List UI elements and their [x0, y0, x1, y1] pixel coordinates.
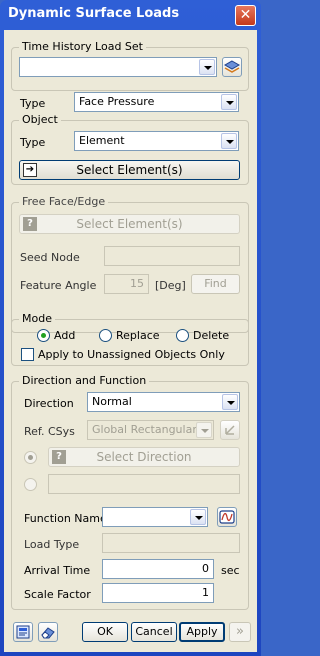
eraser-icon: [41, 627, 55, 639]
seed-node-field[interactable]: [104, 246, 240, 266]
question-icon: ?: [52, 450, 66, 464]
double-chevron-right-icon: »: [236, 624, 244, 639]
expand-button[interactable]: »: [229, 622, 251, 642]
object-type-label: Type: [20, 136, 46, 149]
csys-button[interactable]: [220, 420, 240, 440]
chevron-down-icon: [196, 422, 212, 438]
function-name-select[interactable]: [102, 507, 208, 527]
refcsys-select[interactable]: Global Rectangular: [87, 420, 214, 440]
chevron-down-icon: [222, 394, 238, 410]
free-face-legend: Free Face/Edge: [19, 195, 109, 208]
feature-angle-unit: [Deg]: [155, 279, 186, 292]
feature-angle-label: Feature Angle: [20, 279, 97, 292]
direction-label: Direction: [24, 397, 74, 410]
apply-unassigned-checkbox[interactable]: [21, 348, 34, 361]
direction-value: Normal: [92, 395, 132, 408]
scale-factor-field[interactable]: 1: [102, 583, 214, 603]
dialog-body: Time History Load Set Type Face Pressure…: [4, 30, 257, 652]
select-arrow-icon: ➔: [23, 163, 37, 177]
mode-add-radio[interactable]: [37, 329, 50, 342]
mode-replace-label[interactable]: Replace: [116, 329, 160, 342]
mode-legend: Mode: [19, 312, 55, 325]
arrival-time-label: Arrival Time: [24, 564, 91, 577]
scale-factor-value: 1: [202, 586, 209, 599]
object-type-select[interactable]: Element: [74, 131, 239, 151]
csys-icon: [225, 425, 235, 435]
apply-unassigned-label[interactable]: Apply to Unassigned Objects Only: [38, 348, 225, 361]
refcsys-label: Ref. CSys: [24, 425, 75, 438]
chevron-down-icon: [199, 59, 215, 75]
object-legend: Object: [19, 113, 61, 126]
arrival-time-unit: sec: [221, 564, 240, 577]
load-type-select[interactable]: Face Pressure: [74, 92, 239, 112]
load-type-readonly-field: [102, 533, 240, 553]
load-type-readonly-label: Load Type: [24, 538, 80, 551]
object-type-value: Element: [79, 134, 125, 147]
find-button[interactable]: Find: [191, 274, 240, 294]
layers-icon: [223, 60, 241, 73]
title-bar[interactable]: Dynamic Surface Loads ✕: [0, 0, 261, 30]
select-direction-radio[interactable]: [24, 451, 37, 464]
free-face-select-button[interactable]: ? Select Element(s): [19, 214, 240, 234]
select-elements-label: Select Element(s): [76, 163, 183, 177]
free-face-select-label: Select Element(s): [76, 217, 183, 231]
select-direction-button[interactable]: ? Select Direction: [48, 447, 240, 467]
cancel-button[interactable]: Cancel: [131, 622, 177, 642]
mode-delete-label[interactable]: Delete: [193, 329, 229, 342]
function-name-label: Function Name: [24, 512, 107, 525]
load-set-button[interactable]: [222, 57, 242, 77]
mode-delete-radio[interactable]: [176, 329, 189, 342]
time-history-legend: Time History Load Set: [19, 40, 146, 53]
select-direction-label: Select Direction: [96, 450, 192, 464]
function-graph-button[interactable]: [217, 507, 237, 527]
close-icon: ✕: [239, 7, 252, 23]
mode-add-label[interactable]: Add: [54, 329, 75, 342]
select-elements-button[interactable]: ➔ Select Element(s): [19, 160, 240, 180]
vector-field[interactable]: [48, 474, 240, 494]
feature-angle-value: 15: [130, 277, 144, 290]
feature-angle-field[interactable]: 15: [104, 274, 149, 294]
ok-button[interactable]: OK: [82, 622, 128, 642]
mode-replace-radio[interactable]: [99, 329, 112, 342]
direction-select[interactable]: Normal: [87, 392, 240, 412]
direction-function-legend: Direction and Function: [19, 374, 150, 387]
chevron-down-icon: [190, 509, 206, 525]
scale-factor-label: Scale Factor: [24, 588, 91, 601]
window-title: Dynamic Surface Loads: [8, 6, 180, 21]
report-icon: [16, 625, 30, 639]
arrival-time-field[interactable]: 0: [102, 559, 214, 579]
chevron-down-icon: [221, 94, 237, 110]
arrival-time-value: 0: [202, 562, 209, 575]
time-history-select[interactable]: [19, 57, 217, 77]
question-icon: ?: [23, 217, 37, 231]
apply-button[interactable]: Apply: [179, 622, 225, 642]
load-type-value: Face Pressure: [79, 95, 155, 108]
dialog-window: Dynamic Surface Loads ✕ Time History Loa…: [0, 0, 261, 656]
function-graph-icon: [219, 510, 235, 524]
type-label: Type: [20, 97, 46, 110]
chevron-down-icon: [221, 133, 237, 149]
eraser-button[interactable]: [38, 622, 58, 642]
vector-radio[interactable]: [24, 478, 37, 491]
refcsys-value: Global Rectangular: [92, 423, 197, 436]
seed-node-label: Seed Node: [20, 251, 80, 264]
report-button[interactable]: [13, 622, 33, 642]
close-button[interactable]: ✕: [235, 5, 256, 26]
